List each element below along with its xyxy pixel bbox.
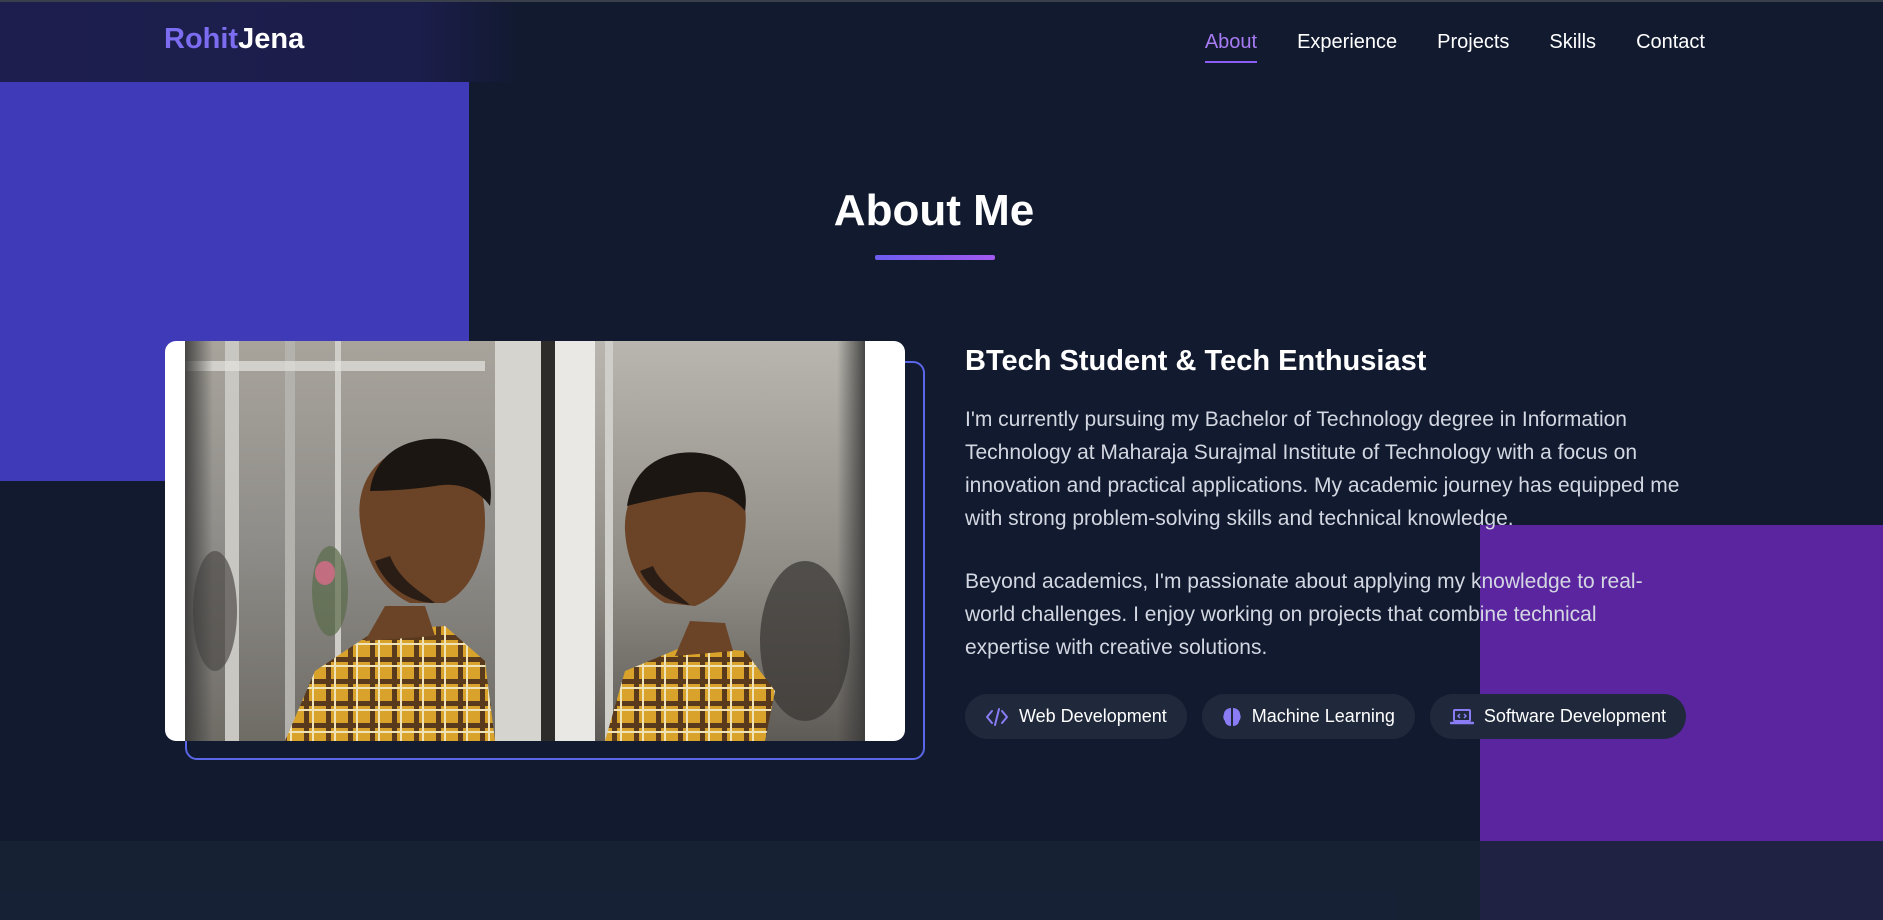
title-underline [875, 255, 995, 260]
tag-web-development: Web Development [965, 694, 1187, 739]
brain-icon [1222, 706, 1242, 728]
about-paragraph-2: Beyond academics, I'm passionate about a… [965, 570, 1643, 659]
nav-link-experience[interactable]: Experience [1297, 31, 1397, 54]
tag-label: Web Development [1019, 706, 1167, 726]
site-logo[interactable]: RohitJena [164, 23, 304, 56]
tag-software-development: Software Development [1429, 694, 1686, 739]
navbar: RohitJena About Experience Projects Skil… [0, 0, 1883, 82]
next-section-band [0, 841, 1883, 920]
section-title: About Me [833, 186, 1035, 235]
logo-first-name: Rohit [164, 23, 239, 55]
nav-link-contact[interactable]: Contact [1636, 31, 1705, 54]
logo-last-name: Jena [238, 23, 305, 55]
interest-tags: Web Development Machine Learning Softwar… [965, 694, 1686, 739]
nav-links: About Experience Projects Skills Contact [1204, 31, 1705, 63]
nav-link-about[interactable]: About [1204, 31, 1258, 63]
about-paragraph-1: I'm currently pursuing my Bachelor of Te… [965, 408, 1680, 530]
nav-link-skills[interactable]: Skills [1549, 31, 1596, 54]
tag-machine-learning: Machine Learning [1201, 694, 1415, 739]
tag-label: Machine Learning [1251, 706, 1395, 726]
code-icon [985, 707, 1009, 727]
laptop-code-icon [1449, 707, 1474, 727]
profile-photo [185, 341, 865, 741]
about-subtitle: BTech Student & Tech Enthusiast [965, 345, 1427, 377]
tag-label: Software Development [1483, 706, 1666, 726]
profile-photo-card [165, 341, 905, 741]
window-top-border [0, 0, 1883, 2]
portfolio-page: RohitJena About Experience Projects Skil… [0, 0, 1883, 920]
nav-link-projects[interactable]: Projects [1437, 31, 1509, 54]
